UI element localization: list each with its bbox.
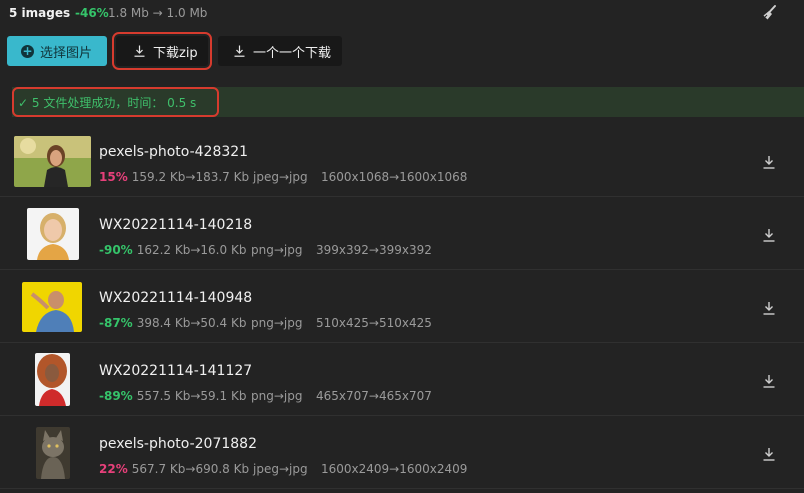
download-icon[interactable] bbox=[762, 301, 776, 315]
file-meta: -87% 398.4 Kb→50.4 Kb png→jpg 510x425→510… bbox=[99, 316, 432, 330]
file-conversion: png→jpg bbox=[251, 243, 303, 257]
file-percent: -90% bbox=[99, 243, 133, 257]
download-icon[interactable] bbox=[762, 155, 776, 169]
download-zip-label: 下载zip bbox=[153, 45, 198, 61]
thumbnail bbox=[27, 208, 79, 260]
file-meta: -89% 557.5 Kb→59.1 Kb png→jpg 465x707→465… bbox=[99, 389, 432, 403]
file-name: WX20221114-141127 bbox=[99, 363, 253, 379]
download-each-button[interactable]: 一个一个下载 bbox=[218, 36, 342, 66]
file-dimensions: 399x392→399x392 bbox=[316, 243, 432, 257]
file-conversion: jpeg→jpg bbox=[253, 462, 308, 476]
file-dimensions: 1600x1068→1600x1068 bbox=[321, 170, 468, 184]
list-item: WX20221114-140218 -90% 162.2 Kb→16.0 Kb p… bbox=[0, 197, 804, 270]
file-name: WX20221114-140218 bbox=[99, 217, 253, 233]
file-dimensions: 465x707→465x707 bbox=[316, 389, 432, 403]
file-percent: -87% bbox=[99, 316, 133, 330]
file-sizes: 398.4 Kb→50.4 Kb bbox=[136, 316, 247, 330]
file-sizes: 162.2 Kb→16.0 Kb bbox=[136, 243, 247, 257]
file-meta: -90% 162.2 Kb→16.0 Kb png→jpg 399x392→399… bbox=[99, 243, 432, 257]
thumbnail bbox=[14, 136, 91, 187]
image-count: 5 images bbox=[9, 6, 71, 20]
download-icon[interactable] bbox=[762, 447, 776, 461]
file-percent: 22% bbox=[99, 462, 128, 476]
file-list: pexels-photo-428321 15% 159.2 Kb→183.7 Kb… bbox=[0, 124, 804, 489]
select-images-button[interactable]: + 选择图片 bbox=[7, 36, 107, 66]
file-conversion: png→jpg bbox=[251, 389, 303, 403]
file-percent: 15% bbox=[99, 170, 128, 184]
file-sizes: 557.5 Kb→59.1 Kb bbox=[136, 389, 247, 403]
status-message: ✓ 5 文件处理成功，时间： 0.5 s bbox=[18, 96, 197, 110]
file-name: WX20221114-140948 bbox=[99, 290, 253, 306]
file-meta: 15% 159.2 Kb→183.7 Kb jpeg→jpg 1600x1068→… bbox=[99, 170, 467, 184]
file-name: pexels-photo-2071882 bbox=[99, 436, 257, 452]
download-each-label: 一个一个下载 bbox=[253, 45, 332, 61]
summary-bar: 5 images -46% 1.8 Mb → 1.0 Mb bbox=[0, 0, 804, 30]
list-item: pexels-photo-428321 15% 159.2 Kb→183.7 Kb… bbox=[0, 124, 804, 197]
file-sizes: 567.7 Kb→690.8 Kb bbox=[131, 462, 250, 476]
thumbnail bbox=[22, 282, 82, 332]
list-item: pexels-photo-2071882 22% 567.7 Kb→690.8 K… bbox=[0, 416, 804, 489]
file-name: pexels-photo-428321 bbox=[99, 144, 249, 160]
file-conversion: png→jpg bbox=[251, 316, 303, 330]
file-percent: -89% bbox=[99, 389, 133, 403]
download-zip-button[interactable]: 下载zip bbox=[112, 32, 212, 70]
total-percent: -46% bbox=[75, 6, 109, 20]
list-item: WX20221114-140948 -87% 398.4 Kb→50.4 Kb p… bbox=[0, 270, 804, 343]
list-item: WX20221114-141127 -89% 557.5 Kb→59.1 Kb p… bbox=[0, 343, 804, 416]
thumbnail bbox=[36, 427, 70, 479]
file-dimensions: 1600x2409→1600x2409 bbox=[321, 462, 468, 476]
download-icon[interactable] bbox=[762, 228, 776, 242]
plus-circle-icon: + bbox=[21, 43, 34, 58]
file-meta: 22% 567.7 Kb→690.8 Kb jpeg→jpg 1600x2409→… bbox=[99, 462, 467, 476]
select-images-label: 选择图片 bbox=[40, 45, 93, 61]
download-icon bbox=[234, 45, 245, 57]
total-sizes: 1.8 Mb → 1.0 Mb bbox=[108, 6, 208, 20]
download-icon[interactable] bbox=[762, 374, 776, 388]
file-conversion: jpeg→jpg bbox=[253, 170, 308, 184]
broom-icon[interactable] bbox=[761, 4, 779, 22]
file-dimensions: 510x425→510x425 bbox=[316, 316, 432, 330]
download-icon bbox=[134, 45, 145, 57]
thumbnail bbox=[35, 353, 70, 406]
file-sizes: 159.2 Kb→183.7 Kb bbox=[131, 170, 250, 184]
